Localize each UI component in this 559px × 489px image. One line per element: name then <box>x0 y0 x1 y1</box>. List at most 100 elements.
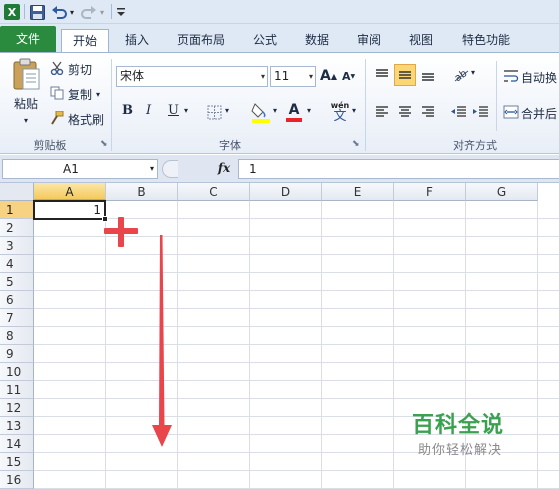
watermark-title: 百科全说 <box>412 413 505 438</box>
chevron-down-icon[interactable]: ▾ <box>225 106 229 115</box>
tab-review[interactable]: 审阅 <box>345 29 393 52</box>
grid-row-line <box>34 308 559 309</box>
align-center-icon[interactable] <box>395 102 415 122</box>
dialog-launcher-icon[interactable]: ⬊ <box>100 139 108 149</box>
clipboard-group-label: 剪贴板 <box>33 139 67 152</box>
phonetic-bottom: 文 <box>333 108 347 124</box>
wrap-text-icon <box>503 69 521 86</box>
excel-logo-icon[interactable]: X <box>3 3 21 21</box>
undo-dropdown-icon[interactable]: ▾ <box>68 3 76 21</box>
tab-view[interactable]: 视图 <box>397 29 445 52</box>
font-color-swatch <box>286 118 302 122</box>
bold-button[interactable]: B <box>122 103 133 118</box>
row-header-1[interactable]: 1 <box>0 201 34 219</box>
chevron-down-icon[interactable]: ▾ <box>96 90 100 99</box>
shrink-font-label: A <box>342 70 351 83</box>
chevron-down-icon[interactable]: ▾ <box>184 106 188 115</box>
grow-font-label: A <box>320 68 331 84</box>
copy-label: 复制 <box>68 87 93 102</box>
phonetic-guide-button[interactable]: wén 文 <box>326 99 354 125</box>
chevron-down-icon[interactable]: ▾ <box>471 68 475 77</box>
align-left-icon[interactable] <box>372 102 392 122</box>
dialog-launcher-icon[interactable]: ⬊ <box>352 139 360 149</box>
formula-bar-expander[interactable] <box>162 160 178 178</box>
undo-icon[interactable] <box>50 3 68 21</box>
shrink-font-button[interactable]: A ▼ <box>342 70 355 83</box>
row-header-15[interactable]: 15 <box>0 453 34 471</box>
font-color-button[interactable]: A <box>283 100 305 124</box>
column-header-e[interactable]: E <box>322 183 394 201</box>
row-header-13[interactable]: 13 <box>0 417 34 435</box>
chevron-down-icon[interactable]: ▾ <box>273 106 277 115</box>
cell-a1[interactable]: 1 <box>33 200 106 220</box>
orientation-icon[interactable]: ab <box>450 65 472 85</box>
fill-cursor-annotation <box>104 217 138 247</box>
row-header-10[interactable]: 10 <box>0 363 34 381</box>
font-name-combo[interactable]: 宋体 ▾ <box>116 66 268 87</box>
tab-file[interactable]: 文件 <box>0 26 56 52</box>
grid-column-line <box>321 201 322 489</box>
increase-indent-icon[interactable] <box>471 102 491 122</box>
tab-formulas[interactable]: 公式 <box>241 29 289 52</box>
tab-special-features[interactable]: 特色功能 <box>451 29 521 52</box>
row-header-12[interactable]: 12 <box>0 399 34 417</box>
row-header-3[interactable]: 3 <box>0 237 34 255</box>
watermark-logo: 百科全说 助你轻松解决 <box>394 393 559 471</box>
align-right-icon[interactable] <box>418 102 438 122</box>
grid-row-line <box>34 290 559 291</box>
name-box[interactable]: A1 ▾ <box>2 159 158 179</box>
row-header-16[interactable]: 16 <box>0 471 34 489</box>
tab-insert[interactable]: 插入 <box>113 29 161 52</box>
row-header-8[interactable]: 8 <box>0 327 34 345</box>
row-header-5[interactable]: 5 <box>0 273 34 291</box>
column-header-a[interactable]: A <box>34 183 106 201</box>
merge-center-button[interactable]: 合并后 <box>503 103 557 123</box>
row-header-7[interactable]: 7 <box>0 309 34 327</box>
decrease-indent-icon[interactable] <box>449 102 469 122</box>
format-painter-button[interactable]: 格式刷 <box>50 109 104 129</box>
copy-icon <box>50 86 66 103</box>
watermark-subtitle: 助你轻松解决 <box>418 443 503 458</box>
align-middle-icon[interactable] <box>394 64 416 86</box>
copy-button[interactable]: 复制 ▾ <box>50 84 100 104</box>
redo-icon[interactable] <box>80 3 98 21</box>
row-header-2[interactable]: 2 <box>0 219 34 237</box>
ribbon-tabs: 文件 开始 插入 页面布局 公式 数据 审阅 视图 特色功能 <box>0 24 559 52</box>
paste-button[interactable]: 粘贴 ▾ <box>6 57 46 135</box>
tab-data[interactable]: 数据 <box>293 29 341 52</box>
italic-button[interactable]: I <box>146 103 151 118</box>
insert-function-button[interactable]: fx <box>212 159 236 179</box>
chevron-down-icon[interactable]: ▾ <box>150 160 154 178</box>
chevron-down-icon[interactable]: ▾ <box>307 106 311 115</box>
column-header-b[interactable]: B <box>106 183 178 201</box>
customize-icon[interactable] <box>115 3 127 21</box>
borders-icon[interactable] <box>204 102 224 122</box>
tab-home[interactable]: 开始 <box>61 29 109 52</box>
chevron-down-icon[interactable]: ▾ <box>352 106 356 115</box>
column-header-d[interactable]: D <box>250 183 322 201</box>
row-header-11[interactable]: 11 <box>0 381 34 399</box>
ribbon: 粘贴 ▾ 剪切 复制 ▾ 格式刷 剪贴板 ⬊ 宋体 ▾ 11 ▾ A ▲ A ▼ B… <box>0 52 559 154</box>
column-header-g[interactable]: G <box>466 183 538 201</box>
row-header-14[interactable]: 14 <box>0 435 34 453</box>
wrap-text-button[interactable]: 自动换 <box>503 67 557 87</box>
row-header-6[interactable]: 6 <box>0 291 34 309</box>
column-header-c[interactable]: C <box>178 183 250 201</box>
tab-page-layout[interactable]: 页面布局 <box>167 29 235 52</box>
fill-color-icon[interactable] <box>250 100 272 124</box>
row-header-4[interactable]: 4 <box>0 255 34 273</box>
row-header-9[interactable]: 9 <box>0 345 34 363</box>
cut-button[interactable]: 剪切 <box>50 59 92 79</box>
grow-font-button[interactable]: A ▲ <box>320 68 337 84</box>
formula-input[interactable]: 1 <box>238 159 559 179</box>
redo-dropdown-icon[interactable]: ▾ <box>98 3 106 21</box>
underline-button[interactable]: U <box>168 103 179 118</box>
down-arrow-icon: ▼ <box>350 73 356 80</box>
align-top-icon[interactable] <box>372 65 392 85</box>
select-all-corner[interactable] <box>0 183 34 201</box>
alignment-group-label: 对齐方式 <box>453 139 497 152</box>
align-bottom-icon[interactable] <box>418 65 438 85</box>
save-icon[interactable] <box>28 3 46 21</box>
font-size-combo[interactable]: 11 ▾ <box>270 66 316 87</box>
column-header-f[interactable]: F <box>394 183 466 201</box>
